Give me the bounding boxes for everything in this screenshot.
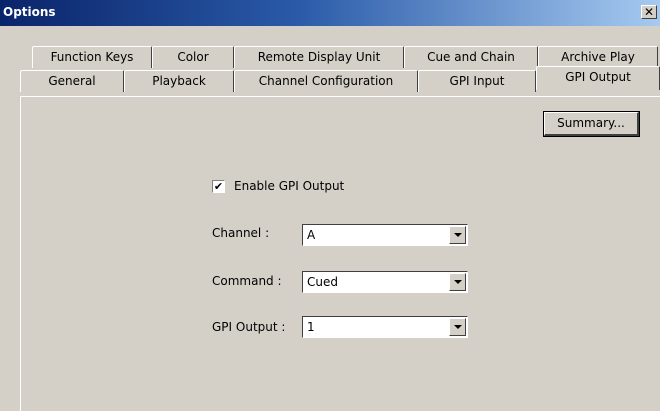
enable-gpi-output-checkbox[interactable]: ✔ xyxy=(212,180,225,193)
channel-dropdown[interactable]: A xyxy=(302,224,468,246)
command-value: Cued xyxy=(307,275,338,289)
command-dropdown[interactable]: Cued xyxy=(302,271,468,293)
enable-gpi-output-label[interactable]: Enable GPI Output xyxy=(234,179,344,193)
tab-label: Remote Display Unit xyxy=(257,50,381,64)
summary-button[interactable]: Summary... xyxy=(543,111,640,137)
chevron-down-icon[interactable] xyxy=(449,273,466,291)
tab-cue-and-chain[interactable]: Cue and Chain xyxy=(404,46,538,68)
tab-label: Function Keys xyxy=(50,50,134,64)
tab-channel-configuration[interactable]: Channel Configuration xyxy=(234,70,418,92)
tab-function-keys[interactable]: Function Keys xyxy=(32,46,152,68)
close-icon: ✕ xyxy=(643,5,655,19)
chevron-down-icon[interactable] xyxy=(449,318,466,336)
tab-archive-play[interactable]: Archive Play xyxy=(538,46,658,68)
summary-button-label: Summary... xyxy=(557,116,625,130)
gpi-output-label: GPI Output : xyxy=(212,320,286,334)
tab-label: General xyxy=(48,74,96,88)
tab-label: GPI Output xyxy=(565,70,631,84)
gpi-output-value: 1 xyxy=(307,320,315,334)
tab-label: Channel Configuration xyxy=(258,74,394,88)
tab-gpi-input[interactable]: GPI Input xyxy=(418,70,536,92)
checkmark-icon: ✔ xyxy=(213,180,224,193)
tab-label: GPI Input xyxy=(449,74,505,88)
chevron-down-icon[interactable] xyxy=(449,226,466,244)
title-bar: Options ✕ xyxy=(0,0,660,26)
tab-general[interactable]: General xyxy=(20,70,124,92)
tab-gpi-output[interactable]: GPI Output xyxy=(536,66,660,90)
tab-label: Cue and Chain xyxy=(427,50,515,64)
tab-panel-gpi-output xyxy=(20,96,660,411)
window-title: Options xyxy=(3,5,56,19)
tab-label: Color xyxy=(177,50,209,64)
tab-color[interactable]: Color xyxy=(152,46,234,68)
close-button[interactable]: ✕ xyxy=(641,5,657,19)
tab-playback[interactable]: Playback xyxy=(124,70,234,92)
tab-label: Archive Play xyxy=(561,50,635,64)
tab-label: Playback xyxy=(152,74,206,88)
gpi-output-dropdown[interactable]: 1 xyxy=(302,316,468,338)
tab-remote-display-unit[interactable]: Remote Display Unit xyxy=(234,46,404,68)
command-label: Command : xyxy=(212,274,282,288)
channel-label: Channel : xyxy=(212,226,270,240)
channel-value: A xyxy=(307,228,316,242)
